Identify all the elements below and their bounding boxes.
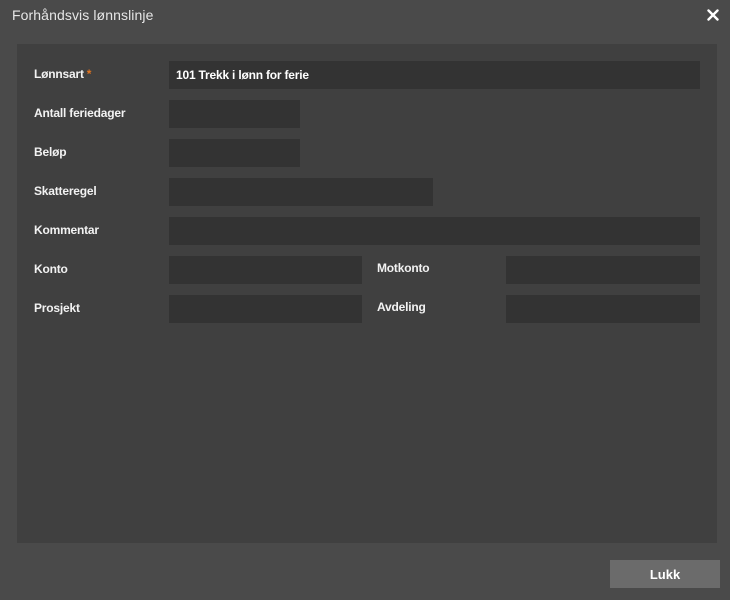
form-panel: Lønnsart* Antall feriedager Beløp Skatte…: [17, 44, 717, 543]
kommentar-label: Kommentar: [34, 223, 99, 237]
lonnsart-field[interactable]: [169, 61, 700, 89]
konto-label: Konto: [34, 262, 68, 276]
kommentar-field[interactable]: [169, 217, 700, 245]
close-button[interactable]: Lukk: [610, 560, 720, 588]
antall-feriedager-field[interactable]: [169, 100, 300, 128]
dialog-title: Forhåndsvis lønnslinje: [12, 7, 154, 23]
preview-dialog: Forhåndsvis lønnslinje Lønnsart* Antall …: [0, 0, 730, 600]
avdeling-field[interactable]: [506, 295, 700, 323]
lonnsart-label: Lønnsart *: [34, 67, 91, 81]
prosjekt-field[interactable]: [169, 295, 362, 323]
lonnsart-label-text: Lønnsart: [34, 67, 84, 81]
avdeling-label: Avdeling: [377, 300, 426, 314]
motkonto-label: Motkonto: [377, 261, 430, 275]
konto-field[interactable]: [169, 256, 362, 284]
close-icon[interactable]: [704, 6, 722, 24]
belop-label: Beløp: [34, 145, 67, 159]
motkonto-field[interactable]: [506, 256, 700, 284]
skatteregel-label: Skatteregel: [34, 184, 97, 198]
prosjekt-label: Prosjekt: [34, 301, 80, 315]
skatteregel-field[interactable]: [169, 178, 433, 206]
belop-field[interactable]: [169, 139, 300, 167]
antall-feriedager-label: Antall feriedager: [34, 106, 126, 120]
required-mark: *: [86, 67, 92, 81]
